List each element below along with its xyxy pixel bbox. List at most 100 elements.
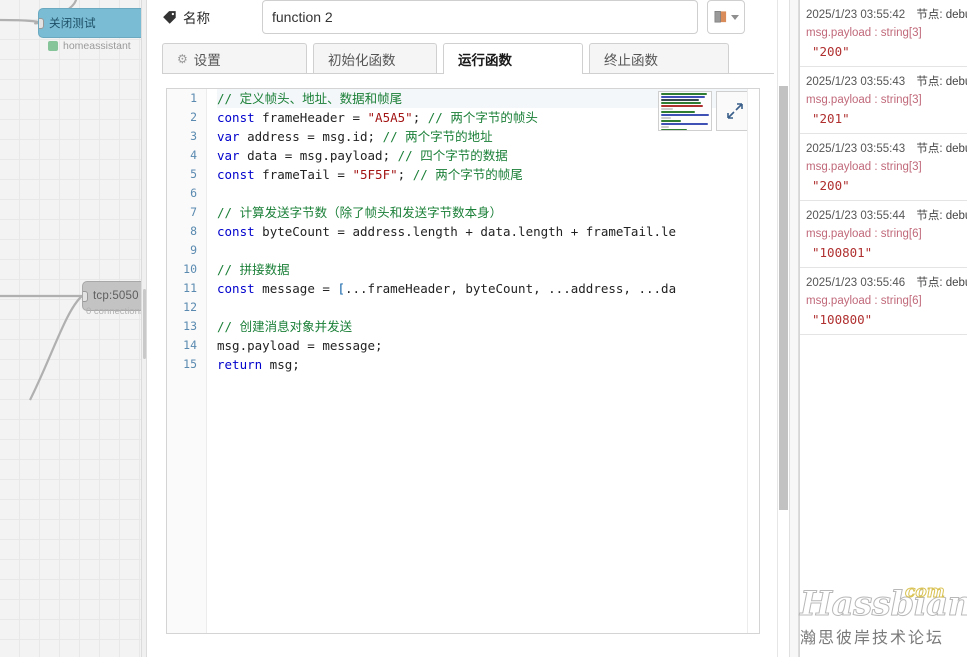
editor-minimap[interactable] xyxy=(658,91,712,131)
debug-message[interactable]: 2025/1/23 03:55:43 节点: debug msg.payload… xyxy=(800,67,967,134)
line-number: 7 xyxy=(190,205,197,219)
sidebar-edge xyxy=(789,0,799,657)
panel-divider[interactable] xyxy=(141,0,147,657)
debug-value: "100800" xyxy=(812,312,873,327)
node-name-input[interactable] xyxy=(262,0,698,34)
code-line[interactable] xyxy=(217,298,759,317)
line-number: 2 xyxy=(190,110,197,124)
flow-node-label: 关闭测试 xyxy=(49,18,96,30)
line-number: 15 xyxy=(183,357,197,371)
code-line[interactable]: // 计算发送字节数（除了帧头和发送字节数本身） xyxy=(217,203,759,222)
line-number: 4 xyxy=(190,148,197,162)
code-line[interactable]: const frameTail = "5F5F"; // 两个字节的帧尾 xyxy=(217,165,759,184)
book-icon xyxy=(714,11,727,23)
line-number: 1 xyxy=(190,91,197,105)
debug-sidebar[interactable]: 2025/1/23 03:55:42 节点: debug msg.payload… xyxy=(799,0,967,657)
editor-vertical-scrollbar[interactable] xyxy=(747,89,759,633)
debug-timestamp: 2025/1/23 03:55:43 xyxy=(806,76,906,88)
flow-node-close-test[interactable]: 关闭测试 xyxy=(38,8,141,38)
tab-run-function[interactable]: 运行函数 xyxy=(443,43,583,74)
debug-node-label: 节点: debug xyxy=(916,9,967,21)
debug-message-header: 2025/1/23 03:55:43 节点: debug xyxy=(806,140,967,156)
debug-timestamp: 2025/1/23 03:55:44 xyxy=(806,210,906,222)
debug-property: msg.payload : string[3] xyxy=(806,94,922,106)
scrollbar-thumb[interactable] xyxy=(779,86,788,510)
tab-settings[interactable]: ⚙ 设置 xyxy=(162,43,307,73)
debug-node-label: 节点: debug xyxy=(916,210,967,222)
debug-message[interactable]: 2025/1/23 03:55:46 节点: debug msg.payload… xyxy=(800,268,967,335)
tab-finalize-function[interactable]: 终止函数 xyxy=(589,43,729,73)
line-number: 13 xyxy=(183,319,197,333)
code-line[interactable] xyxy=(217,184,759,203)
node-input-port[interactable] xyxy=(39,18,44,29)
name-label-text: 名称 xyxy=(183,11,210,26)
debug-message[interactable]: 2025/1/23 03:55:44 节点: debug msg.payload… xyxy=(800,201,967,268)
tab-label: 设置 xyxy=(193,52,221,68)
dialog-vertical-scrollbar[interactable] xyxy=(777,0,788,657)
code-line[interactable]: const byteCount = address.length + data.… xyxy=(217,222,759,241)
flow-node-status-homeassistant: homeassistant xyxy=(48,40,131,52)
debug-property: msg.payload : string[3] xyxy=(806,27,922,39)
line-number: 3 xyxy=(190,129,197,143)
code-line[interactable]: // 创建消息对象并发送 xyxy=(217,317,759,336)
debug-timestamp: 2025/1/23 03:55:46 xyxy=(806,277,906,289)
tab-init-function[interactable]: 初始化函数 xyxy=(313,43,437,73)
node-input-port[interactable] xyxy=(83,291,88,302)
documentation-button[interactable] xyxy=(707,0,745,34)
tag-icon xyxy=(163,10,176,24)
code-line[interactable]: msg.payload = message; xyxy=(217,336,759,355)
canvas-grid xyxy=(0,0,141,657)
code-line[interactable]: return msg; xyxy=(217,355,759,374)
code-line[interactable] xyxy=(217,241,759,260)
expand-arrow-icon xyxy=(727,103,743,119)
line-number: 11 xyxy=(183,281,197,295)
debug-node-label: 节点: debug xyxy=(916,277,967,289)
divider-grip[interactable] xyxy=(143,289,146,359)
debug-message-header: 2025/1/23 03:55:44 节点: debug xyxy=(806,207,967,223)
line-number: 10 xyxy=(183,262,197,276)
name-label: 名称 xyxy=(162,7,262,27)
node-edit-dialog: 名称 ⚙ 设置 初始化函数 运行函数 xyxy=(148,0,788,657)
status-dot-icon xyxy=(48,41,58,51)
gear-icon: ⚙ xyxy=(177,51,188,66)
debug-value: "100801" xyxy=(812,245,873,260)
chevron-down-icon xyxy=(731,14,739,20)
code-line[interactable]: const message = [...frameHeader, byteCou… xyxy=(217,279,759,298)
line-number: 5 xyxy=(190,167,197,181)
line-number: 6 xyxy=(190,186,197,200)
editor-tabs: ⚙ 设置 初始化函数 运行函数 终止函数 xyxy=(162,43,774,74)
node-red-editor-window: 关闭测试 homeassistant tcp:5050 0 connection… xyxy=(0,0,967,657)
debug-property: msg.payload : string[6] xyxy=(806,228,922,240)
debug-message[interactable]: 2025/1/23 03:55:42 节点: debug msg.payload… xyxy=(800,0,967,67)
debug-property: msg.payload : string[3] xyxy=(806,161,922,173)
debug-message[interactable]: 2025/1/23 03:55:43 节点: debug msg.payload… xyxy=(800,134,967,201)
editor-gutter: 1 2 3 4 5 6 7 8 9 10 11 12 13 14 15 xyxy=(167,89,207,633)
tab-label: 初始化函数 xyxy=(328,52,396,68)
debug-value: "200" xyxy=(812,178,850,193)
debug-timestamp: 2025/1/23 03:55:43 xyxy=(806,143,906,155)
debug-timestamp: 2025/1/23 03:55:42 xyxy=(806,9,906,21)
code-line[interactable]: var data = msg.payload; // 四个字节的数据 xyxy=(217,146,759,165)
line-number: 8 xyxy=(190,224,197,238)
tab-label: 运行函数 xyxy=(458,52,512,68)
line-number: 12 xyxy=(183,300,197,314)
debug-value: "201" xyxy=(812,111,850,126)
debug-property: msg.payload : string[6] xyxy=(806,295,922,307)
line-number: 9 xyxy=(190,243,197,257)
debug-message-header: 2025/1/23 03:55:42 节点: debug xyxy=(806,6,967,22)
editor-code-area[interactable]: // 定义帧头、地址、数据和帧尾 const frameHeader = "A5… xyxy=(207,89,759,633)
debug-node-label: 节点: debug xyxy=(916,76,967,88)
code-editor[interactable]: 1 2 3 4 5 6 7 8 9 10 11 12 13 14 15 // 定… xyxy=(166,88,760,634)
flow-node-status-connections: 0 connections xyxy=(86,306,141,317)
debug-message-header: 2025/1/23 03:55:46 节点: debug xyxy=(806,274,967,290)
line-number: 14 xyxy=(183,338,197,352)
code-line[interactable]: // 拼接数据 xyxy=(217,260,759,279)
flow-node-label: tcp:5050 xyxy=(93,290,139,302)
debug-message-header: 2025/1/23 03:55:43 节点: debug xyxy=(806,73,967,89)
debug-value: "200" xyxy=(812,44,850,59)
flow-canvas[interactable]: 关闭测试 homeassistant tcp:5050 0 connection… xyxy=(0,0,141,657)
tab-label: 终止函数 xyxy=(604,52,658,68)
debug-node-label: 节点: debug xyxy=(916,143,967,155)
flow-node-status-label: homeassistant xyxy=(63,40,131,52)
name-row: 名称 xyxy=(162,0,774,34)
